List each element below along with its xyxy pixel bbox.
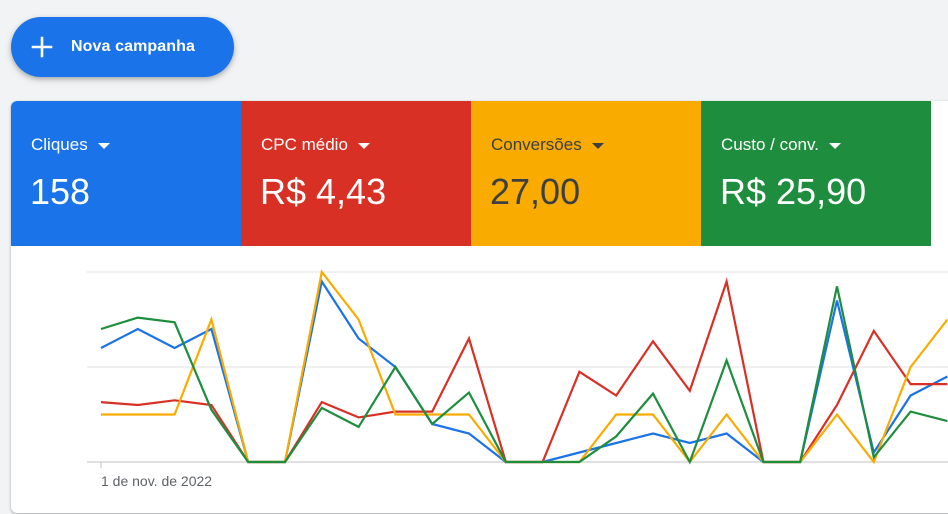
plus-icon <box>31 36 53 58</box>
performance-card: Cliques 158 CPC médio R$ 4,43 Conversões… <box>11 101 948 513</box>
new-campaign-button[interactable]: Nova campanha <box>11 17 234 77</box>
new-campaign-label: Nova campanha <box>71 38 196 55</box>
x-axis-start-label: 1 de nov. de 2022 <box>101 473 213 489</box>
performance-line-chart <box>87 269 948 468</box>
